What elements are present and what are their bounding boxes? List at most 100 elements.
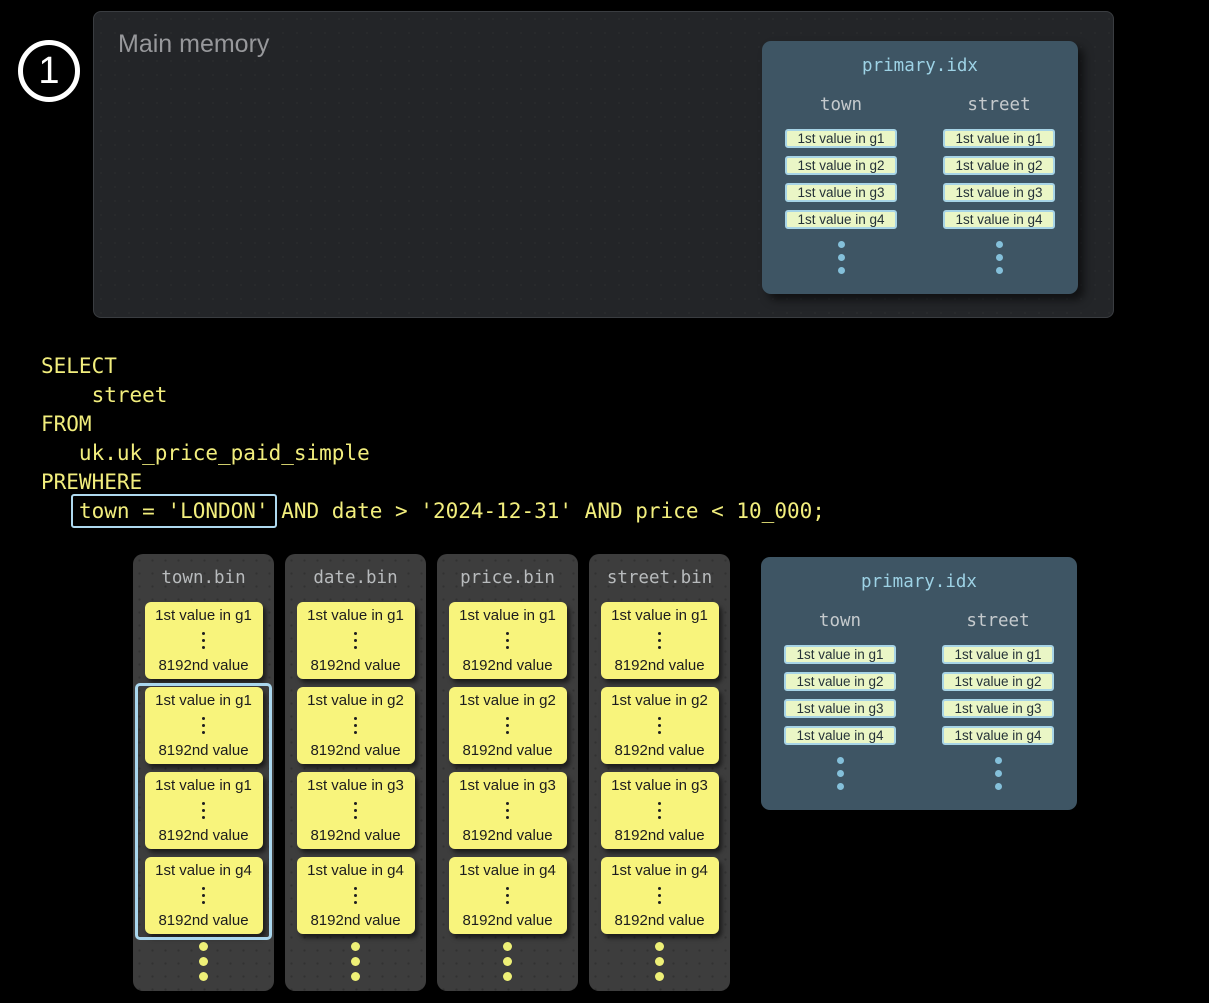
granule-first-value: 1st value in g4 (155, 862, 252, 879)
granule-block: 1st value in g4 8192nd value (601, 857, 719, 934)
granule-first-value: 1st value in g1 (155, 692, 252, 709)
dot (202, 731, 205, 734)
granule-first-value: 1st value in g1 (155, 777, 252, 794)
granule-first-value: 1st value in g3 (611, 777, 708, 794)
granule-last-value: 8192nd value (462, 742, 552, 759)
dot (202, 632, 205, 635)
dot (837, 770, 844, 777)
sql-query: SELECT street FROM uk.uk_price_paid_simp… (41, 352, 825, 526)
granule-block: 1st value in g1 8192nd value (145, 772, 263, 849)
dot (506, 894, 509, 897)
dot (658, 816, 661, 819)
granule-rows-dots (506, 887, 509, 904)
dot (658, 894, 661, 897)
primary-idx-column-town: town1st value in g11st value in g21st va… (762, 94, 920, 274)
dot (503, 957, 512, 966)
granule-block: 1st value in g2 8192nd value (449, 687, 567, 764)
dot (658, 639, 661, 642)
dot (202, 724, 205, 727)
diagram-canvas: 1 Main memory primary.idxtown1st value i… (0, 0, 1209, 1003)
primary-idx-card-disk: primary.idx town 1st value in g11st value … (761, 557, 1077, 810)
granule-first-value: 1st value in g1 (611, 607, 708, 624)
dot (354, 887, 357, 890)
index-entry-chip: 1st value in g2 (942, 672, 1054, 691)
granule-last-value: 8192nd value (614, 912, 704, 929)
granule-block: 1st value in g18192nd value (601, 602, 719, 679)
granule-rows-dots (658, 632, 661, 649)
more-granules-dots (133, 942, 274, 981)
dot (202, 894, 205, 897)
sql-town-predicate-highlight: town = 'LONDON' (71, 494, 277, 528)
primary-idx-title: primary.idx (762, 41, 1078, 78)
index-entry-list: 1st value in g11st value in g21st value … (942, 645, 1054, 745)
index-entry-chip: 1st value in g3 (784, 699, 896, 718)
dot (658, 717, 661, 720)
more-granules-dots (437, 942, 578, 981)
more-granules-dots (589, 942, 730, 981)
index-entry-chip: 1st value in g1 (785, 129, 897, 148)
granule-stack: 1st value in g18192nd value1st value in … (589, 602, 730, 934)
dot (199, 957, 208, 966)
dot (506, 901, 509, 904)
granule-first-value: 1st value in g1 (307, 607, 404, 624)
dot (658, 901, 661, 904)
dot (658, 724, 661, 727)
dot (354, 646, 357, 649)
dot (658, 632, 661, 635)
granule-block: 1st value in g18192nd value (449, 602, 567, 679)
granule-last-value: 8192nd value (462, 912, 552, 929)
dot (354, 901, 357, 904)
granule-first-value: 1st value in g4 (611, 862, 708, 879)
dot (202, 809, 205, 812)
granule-block: 1st value in g18192nd value (145, 687, 263, 764)
dot (995, 770, 1002, 777)
dot (354, 894, 357, 897)
dot (838, 267, 845, 274)
granule-rows-dots (658, 887, 661, 904)
sql-text-after: AND date > '2024-12-31' AND price < 10_0… (269, 499, 825, 523)
granule-first-value: 1st value in g2 (307, 692, 404, 709)
dot (202, 816, 205, 819)
dot (506, 802, 509, 805)
dot (996, 254, 1003, 261)
bin-file-title: price.bin (437, 554, 578, 602)
dot (506, 731, 509, 734)
granule-last-value: 8192nd value (614, 827, 704, 844)
dot (199, 972, 208, 981)
step-1-badge: 1 (18, 40, 80, 102)
granule-first-value: 1st value in g2 (459, 692, 556, 709)
primary-idx-column-town: town1st value in g11st value in g21st va… (761, 610, 919, 790)
dot (996, 241, 1003, 248)
granule-rows-dots (354, 887, 357, 904)
primary-idx-columns: town 1st value in g11st value in g21st va… (761, 610, 1077, 790)
granule-rows-dots (354, 802, 357, 819)
dot (658, 809, 661, 812)
dot (655, 957, 664, 966)
dot (506, 717, 509, 720)
dot (658, 731, 661, 734)
granule-rows-dots (354, 632, 357, 649)
dot (995, 783, 1002, 790)
granule-last-value: 8192nd value (158, 912, 248, 929)
bin-file-title: street.bin (589, 554, 730, 602)
granule-rows-dots (506, 802, 509, 819)
granule-rows-dots (202, 632, 205, 649)
dot (354, 816, 357, 819)
column-header: town (819, 610, 861, 632)
index-entry-list: 1st value in g11st value in g21st value … (785, 129, 897, 229)
granule-block: 1st value in g38192nd value (449, 772, 567, 849)
dot (506, 646, 509, 649)
primary-idx-title: primary.idx (761, 557, 1077, 594)
dot (506, 724, 509, 727)
granule-block: 1st value in g18192nd value (297, 602, 415, 679)
dot (506, 816, 509, 819)
more-entries-dots (996, 241, 1003, 274)
granule-rows-dots (202, 802, 205, 819)
dot (503, 942, 512, 951)
granule-block: 1st value in g48192nd value (449, 857, 567, 934)
granule-stack: 1st value in g1 8192nd value 1st value in … (133, 602, 274, 934)
granule-rows-dots (202, 717, 205, 734)
granule-stack: 1st value in g18192nd value 1st value in … (437, 602, 578, 934)
granule-last-value: 8192nd value (158, 827, 248, 844)
granule-stack: 1st value in g18192nd value1st value in … (285, 602, 426, 934)
